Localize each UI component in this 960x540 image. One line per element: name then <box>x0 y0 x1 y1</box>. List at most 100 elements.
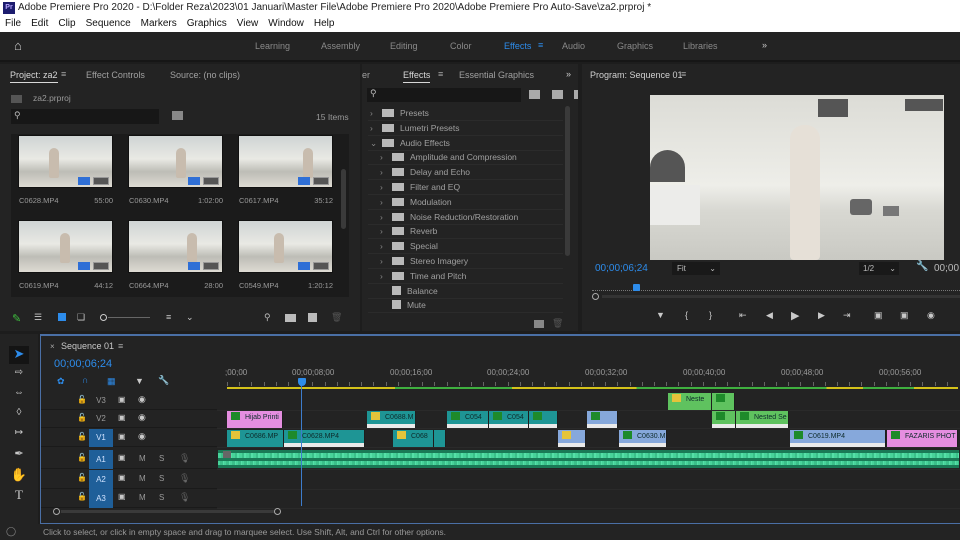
workspace-editing[interactable]: Editing <box>390 41 418 51</box>
mark-in-icon[interactable]: { <box>685 310 688 320</box>
solo-button[interactable]: S <box>159 493 164 502</box>
wrench-icon[interactable]: 🔧 <box>158 375 169 386</box>
track-target-v3[interactable]: V3 <box>89 392 113 410</box>
mute-button[interactable]: M <box>139 474 146 483</box>
workspace-libraries[interactable]: Libraries <box>683 41 718 51</box>
sync-lock-icon[interactable]: ▣ <box>118 432 126 441</box>
lock-icon[interactable]: 🔓 <box>77 473 87 482</box>
clip-v1[interactable]: C0686.MP <box>227 430 284 447</box>
32bit-effects-icon[interactable] <box>552 90 563 99</box>
scroll-handle-right[interactable] <box>274 508 281 515</box>
lock-icon[interactable]: 🔓 <box>77 395 87 404</box>
chevron-right-icon[interactable]: › <box>380 224 392 239</box>
effects-item[interactable]: › Delay and Echo <box>368 165 563 181</box>
eye-icon[interactable]: ◉ <box>138 412 146 423</box>
slip-tool-icon[interactable]: ↦ <box>9 427 29 445</box>
effects-item[interactable]: Balance <box>368 284 563 299</box>
clip-thumbnail[interactable] <box>128 135 223 188</box>
mute-button[interactable]: M <box>139 454 146 463</box>
tab-project[interactable]: Project: za2 <box>10 70 58 83</box>
eye-icon[interactable]: ◉ <box>138 431 146 442</box>
workspace-effects[interactable]: Effects <box>504 41 531 51</box>
lock-icon[interactable]: 🔓 <box>77 413 87 422</box>
new-search-bin-icon[interactable] <box>172 111 183 120</box>
clip-v1[interactable]: C0628.MP4 <box>284 430 365 447</box>
panel-menu-icon[interactable]: ≡ <box>438 69 443 79</box>
chevron-right-icon[interactable]: › <box>380 210 392 225</box>
clip-v1[interactable]: C0619.MP4 <box>790 430 886 447</box>
clip-v2[interactable] <box>587 411 618 428</box>
yuv-effects-icon[interactable] <box>574 90 578 99</box>
tab-effects[interactable]: Effects <box>403 70 431 83</box>
pencil-icon[interactable]: ✎ <box>12 312 21 325</box>
clip-v2[interactable] <box>529 411 558 428</box>
new-bin-icon[interactable] <box>285 314 296 322</box>
tab-sequence[interactable]: Sequence 01 <box>61 341 114 351</box>
effects-item[interactable]: › Stereo Imagery <box>368 254 563 269</box>
sync-lock-icon[interactable]: ▣ <box>118 413 126 422</box>
tab-source[interactable]: Source: (no clips) <box>170 70 240 80</box>
ripple-edit-tool-icon[interactable]: ⇔ <box>9 387 29 405</box>
hand-tool-icon[interactable]: ✋ <box>9 467 29 485</box>
workspace-audio[interactable]: Audio <box>562 41 585 51</box>
chevron-right-icon[interactable]: › <box>380 165 392 180</box>
effects-item[interactable]: ⌄ Audio Effects <box>368 136 563 151</box>
menu-help[interactable]: Help <box>309 16 340 32</box>
sync-lock-icon[interactable]: ▣ <box>118 492 126 501</box>
fit-dropdown[interactable]: Fit ⌄ <box>672 262 720 275</box>
project-search-input[interactable] <box>11 109 159 124</box>
audio-clip-a1[interactable] <box>218 450 959 468</box>
chevron-right-icon[interactable]: › <box>380 150 392 165</box>
clip-v1[interactable]: FAZARIS PHOT <box>887 430 958 447</box>
tab-essential-graphics[interactable]: Essential Graphics <box>459 70 534 80</box>
clip-v1[interactable] <box>558 430 586 447</box>
workspace-learning[interactable]: Learning <box>255 41 290 51</box>
clip-thumbnail[interactable] <box>238 220 333 273</box>
menu-file[interactable]: File <box>0 16 26 32</box>
clip-v2[interactable]: C054 <box>489 411 529 428</box>
step-back-icon[interactable]: ◀ <box>766 310 773 321</box>
workspace-graphics[interactable]: Graphics <box>617 41 653 51</box>
track-target-a2[interactable]: A2 <box>89 470 113 489</box>
mark-out-icon[interactable]: } <box>709 310 712 320</box>
step-forward-icon[interactable]: ▶ <box>818 310 825 321</box>
freeform-view-icon[interactable]: ❏ <box>77 312 85 323</box>
menu-sequence[interactable]: Sequence <box>81 16 136 32</box>
playhead-handle[interactable] <box>298 378 306 386</box>
nest-icon[interactable]: ✿ <box>57 376 65 387</box>
sync-lock-icon[interactable]: ▣ <box>118 395 126 404</box>
clip-thumbnail[interactable] <box>18 135 113 188</box>
clip-thumbnail[interactable] <box>238 135 333 188</box>
timeline-scrollbar[interactable] <box>61 510 275 513</box>
trash-icon[interactable]: 🗑 <box>331 312 342 323</box>
sync-lock-icon[interactable]: ▣ <box>118 473 126 482</box>
close-icon[interactable]: × <box>50 342 55 351</box>
chevron-right-icon[interactable]: › <box>380 180 392 195</box>
effects-menu-icon[interactable]: ≡ <box>538 40 543 50</box>
chevron-down-icon[interactable]: ⌄ <box>370 136 382 151</box>
microphone-icon[interactable]: 🎙 <box>179 473 190 484</box>
chevron-right-icon[interactable]: › <box>370 121 382 136</box>
project-scrollbar[interactable] <box>341 169 346 229</box>
trash-icon[interactable]: 🗑 <box>552 318 563 329</box>
lift-icon[interactable]: ▣ <box>874 310 883 321</box>
find-icon[interactable]: ⚲ <box>264 312 271 323</box>
menu-view[interactable]: View <box>232 16 264 32</box>
track-target-a1[interactable]: A1 <box>89 450 113 469</box>
type-tool-icon[interactable]: T <box>9 487 29 505</box>
export-frame-icon[interactable]: ◉ <box>927 310 935 321</box>
effects-search-input[interactable] <box>367 88 521 102</box>
effects-item[interactable]: › Presets <box>368 106 563 121</box>
chevron-right-icon[interactable]: › <box>380 254 392 269</box>
timeline-timecode[interactable]: 00;00;06;24 <box>54 358 112 370</box>
effects-item[interactable]: › Time and Pitch <box>368 269 563 284</box>
tab-media-browser[interactable]: er <box>362 70 370 80</box>
zoom-slider-handle[interactable] <box>100 314 107 321</box>
track-target-a3[interactable]: A3 <box>89 489 113 508</box>
chevron-right-icon[interactable]: › <box>370 106 382 121</box>
effects-item[interactable]: › Filter and EQ <box>368 180 563 195</box>
clip-v2[interactable]: Nested Se <box>736 411 789 428</box>
play-icon[interactable]: ▶ <box>791 309 799 322</box>
workspace-color[interactable]: Color <box>450 41 472 51</box>
new-bin-icon[interactable] <box>534 320 544 328</box>
